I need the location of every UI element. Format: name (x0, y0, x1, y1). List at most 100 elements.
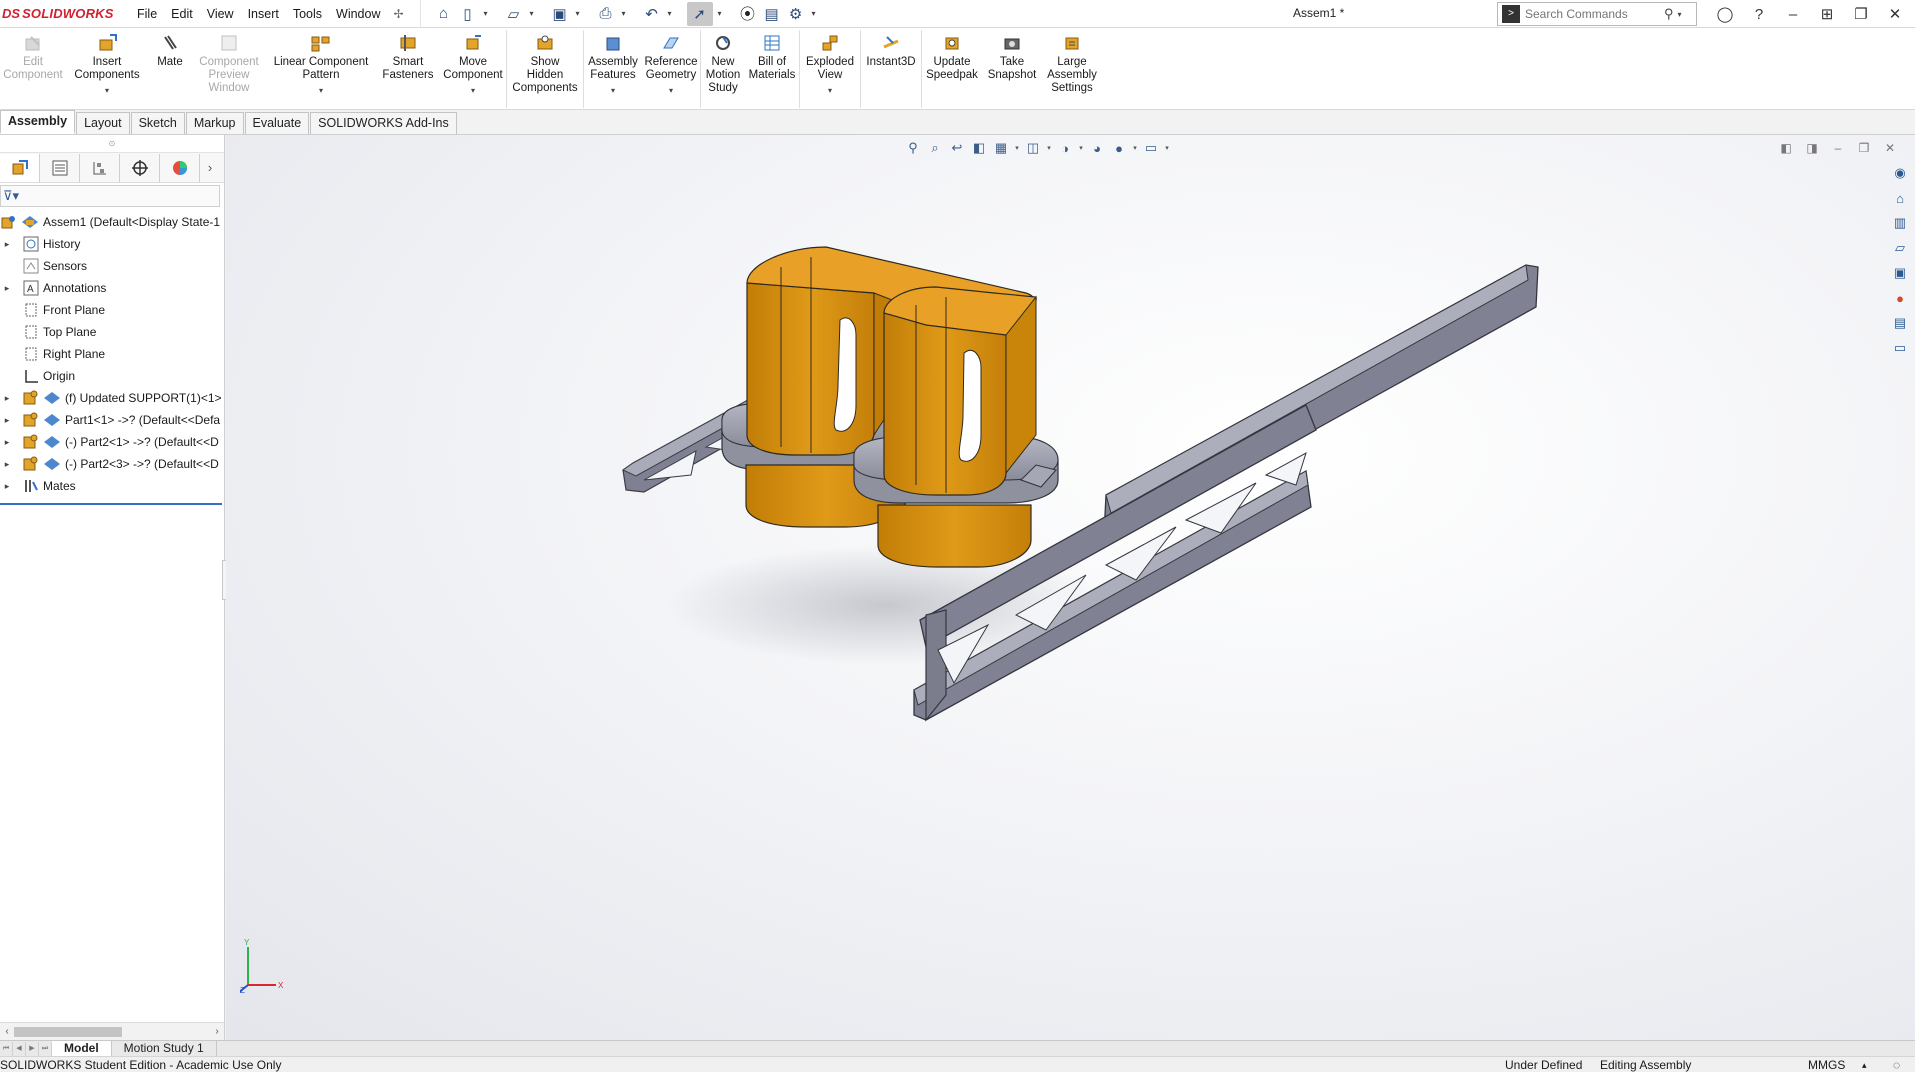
options-dropdown-icon[interactable]: ▾ (809, 2, 819, 26)
mate-button[interactable]: Mate (148, 28, 192, 108)
tree-item-part2-1[interactable]: ▸ (-) Part2<1> ->? (Default<<D (0, 431, 224, 453)
update-speedpak-button[interactable]: Update Speedpak (922, 28, 982, 108)
scroll-track[interactable] (14, 1026, 210, 1038)
prev-tab-icon[interactable]: ◀ (13, 1041, 26, 1056)
feature-manager-tab-icon[interactable] (0, 153, 40, 182)
assembly-features-dropdown-icon[interactable]: ▾ (611, 84, 615, 97)
undo-icon[interactable]: ↶ (641, 2, 663, 26)
scroll-right-icon[interactable]: › (210, 1026, 224, 1037)
exploded-view-dropdown-icon[interactable]: ▾ (828, 84, 832, 97)
tree-item-part2-3[interactable]: ▸ (-) Part2<3> ->? (Default<<D (0, 453, 224, 475)
search-dropdown-icon[interactable]: ▾ (1678, 10, 1682, 19)
solidworks-logo[interactable]: DS SOLIDWORKS (0, 0, 130, 28)
expand-arrow-icon[interactable]: ▸ (0, 481, 14, 492)
options-gear-icon[interactable]: ⚙ (785, 2, 807, 26)
menu-file[interactable]: File (130, 0, 164, 28)
property-manager-tab-icon[interactable] (40, 153, 80, 182)
more-tabs-chevron-icon[interactable]: › (200, 154, 220, 182)
tree-item-annotations[interactable]: ▸ A Annotations (0, 277, 224, 299)
orange-leg-2[interactable] (877, 504, 1032, 568)
component-preview-window-button[interactable]: Component Preview Window (192, 28, 266, 108)
reference-geometry-dropdown-icon[interactable]: ▾ (669, 84, 673, 97)
tree-filter-box[interactable]: ⊽▾ (0, 185, 220, 207)
panel-horizontal-scrollbar[interactable]: ‹ › (0, 1022, 224, 1040)
tree-item-top-plane[interactable]: Top Plane (0, 321, 224, 343)
rebuild-traffic-light-icon[interactable]: ⦿ (737, 2, 759, 26)
tree-item-origin[interactable]: Origin (0, 365, 224, 387)
restore-icon[interactable]: ❐ (1844, 0, 1878, 28)
file-properties-icon[interactable]: ▤ (761, 2, 783, 26)
expand-arrow-icon[interactable]: ▸ (0, 459, 14, 470)
linear-component-pattern-button[interactable]: Linear Component Pattern ▾ (266, 28, 376, 108)
search-commands-box[interactable]: > ⚲ ▾ (1497, 2, 1697, 26)
tab-layout[interactable]: Layout (76, 112, 130, 134)
new-motion-study-button[interactable]: New Motion Study (701, 28, 745, 108)
tree-item-front-plane[interactable]: Front Plane (0, 299, 224, 321)
last-tab-icon[interactable]: ⏭ (39, 1041, 52, 1056)
insert-components-dropdown-icon[interactable]: ▾ (105, 84, 109, 97)
minimize-icon[interactable]: – (1776, 0, 1810, 28)
unit-system-dropdown-icon[interactable]: ▴ (1862, 1057, 1867, 1072)
pin-menu-icon[interactable]: ✢ (388, 7, 410, 21)
tab-model[interactable]: Model (52, 1040, 112, 1057)
search-icon[interactable]: ⚲ (1664, 6, 1674, 22)
close-icon[interactable]: ✕ (1878, 0, 1912, 28)
expand-arrow-icon[interactable]: ▸ (0, 437, 14, 448)
assembly-model[interactable] (226, 135, 1915, 1040)
menu-insert[interactable]: Insert (241, 0, 286, 28)
tab-motion-study-1[interactable]: Motion Study 1 (112, 1040, 217, 1057)
open-folder-icon[interactable]: ▱ (503, 2, 525, 26)
panel-grip[interactable]: ⊙ (0, 135, 224, 153)
tab-evaluate[interactable]: Evaluate (244, 112, 310, 134)
large-assembly-settings-button[interactable]: Large Assembly Settings (1042, 28, 1102, 108)
graphics-area[interactable]: ⚲ ⌕ ↩ ◧ ▦ ▾ ◫ ▾ ◑ ▾ ◕ ● ▾ ▭ ▾ ◧ ◨ – ❐ ✕ … (226, 135, 1915, 1040)
print-icon[interactable]: ⎙ (595, 2, 617, 26)
expand-arrow-icon[interactable]: ▸ (0, 415, 14, 426)
unit-system[interactable]: MMGS (1808, 1057, 1845, 1072)
bill-of-materials-button[interactable]: Bill of Materials (745, 28, 799, 108)
new-dropdown-icon[interactable]: ▾ (481, 2, 491, 26)
user-account-icon[interactable]: ◯ (1708, 0, 1742, 28)
dimxpert-manager-tab-icon[interactable] (120, 153, 160, 182)
tree-item-part1[interactable]: ▸ Part1<1> ->? (Default<<Defa (0, 409, 224, 431)
show-hidden-components-button[interactable]: Show Hidden Components (507, 28, 583, 108)
move-component-dropdown-icon[interactable]: ▾ (471, 84, 475, 97)
undo-dropdown-icon[interactable]: ▾ (665, 2, 675, 26)
menu-window[interactable]: Window (329, 0, 387, 28)
menu-edit[interactable]: Edit (164, 0, 200, 28)
tree-item-right-plane[interactable]: Right Plane (0, 343, 224, 365)
orange-block-2[interactable] (883, 286, 1037, 496)
status-chat-icon[interactable]: ◌ (1893, 1057, 1900, 1072)
tab-assembly[interactable]: Assembly (0, 110, 76, 134)
help-icon[interactable]: ? (1742, 0, 1776, 28)
menu-tools[interactable]: Tools (286, 0, 329, 28)
scroll-thumb[interactable] (14, 1026, 122, 1037)
open-dropdown-icon[interactable]: ▾ (527, 2, 537, 26)
menu-view[interactable]: View (200, 0, 241, 28)
home-icon[interactable]: ⌂ (433, 2, 455, 26)
expand-arrow-icon[interactable]: ▸ (0, 283, 14, 294)
linear-pattern-dropdown-icon[interactable]: ▾ (319, 84, 323, 97)
tree-root-assembly[interactable]: Assem1 (Default<Display State-1 (0, 211, 224, 233)
take-snapshot-button[interactable]: Take Snapshot (982, 28, 1042, 108)
new-document-icon[interactable]: ▯ (457, 2, 479, 26)
filter-funnel-icon[interactable]: ⊽▾ (3, 188, 19, 204)
tab-markup[interactable]: Markup (185, 112, 244, 134)
next-tab-icon[interactable]: ▶ (26, 1041, 39, 1056)
tree-item-updated-support[interactable]: ▸ (f) Updated SUPPORT(1)<1> (0, 387, 224, 409)
move-component-button[interactable]: Move Component ▾ (440, 28, 506, 108)
configuration-manager-tab-icon[interactable] (80, 153, 120, 182)
search-commands-input[interactable] (1520, 7, 1660, 21)
tab-solidworks-addins[interactable]: SOLIDWORKS Add-Ins (310, 112, 457, 134)
save-dropdown-icon[interactable]: ▾ (573, 2, 583, 26)
display-manager-tab-icon[interactable] (160, 153, 200, 182)
select-dropdown-icon[interactable]: ▾ (715, 2, 725, 26)
tile-windows-icon[interactable]: ⊞ (1810, 0, 1844, 28)
tab-sketch[interactable]: Sketch (130, 112, 185, 134)
edit-component-button[interactable]: Edit Component (0, 28, 66, 108)
scroll-left-icon[interactable]: ‹ (0, 1026, 14, 1037)
expand-arrow-icon[interactable]: ▸ (0, 239, 14, 250)
smart-fasteners-button[interactable]: Smart Fasteners (376, 28, 440, 108)
select-pointer-icon[interactable]: ➚ (686, 1, 713, 26)
instant3d-button[interactable]: Instant3D (861, 28, 921, 108)
